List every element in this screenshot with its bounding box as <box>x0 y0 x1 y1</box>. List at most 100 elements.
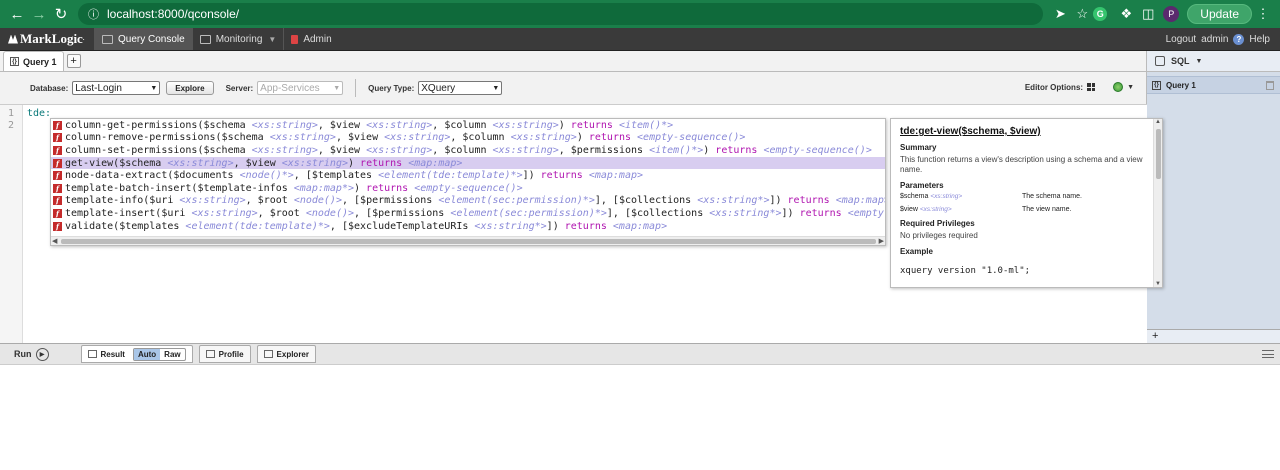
tab-label: Monitoring <box>215 33 263 45</box>
profile-label: Profile <box>218 349 244 359</box>
param-text: , [$templates <box>293 170 379 182</box>
param-text: $schema <box>119 157 168 169</box>
autocomplete-item[interactable]: f template-insert($uri <xs:string>, $root… <box>51 207 885 220</box>
profile-icon <box>205 350 215 358</box>
address-bar[interactable]: ⓘ localhost:8000/qconsole/ <box>78 3 1044 25</box>
param-text: ) <box>354 182 367 194</box>
help-icon[interactable]: ? <box>1233 33 1245 45</box>
scroll-right-icon[interactable]: ▶ <box>879 237 884 245</box>
autocomplete-item[interactable]: f column-remove-permissions($schema <xs:s… <box>51 132 885 145</box>
param-text: ) <box>348 157 361 169</box>
forward-icon[interactable]: → <box>28 3 50 25</box>
autocomplete-list[interactable]: f column-get-permissions( $schema <xs:stri… <box>50 118 886 246</box>
query-tab[interactable]: {} Query 1 <box>3 51 64 71</box>
type-annotation: <xs:string*> <box>709 207 782 219</box>
profile-avatar[interactable]: P <box>1163 6 1180 22</box>
doc-params-heading: Parameters <box>900 181 944 190</box>
logout-link[interactable]: Logout <box>1166 34 1197 45</box>
divider <box>355 79 357 97</box>
returns-keyword: returns <box>360 157 409 169</box>
line-number: 1 <box>7 108 15 119</box>
vertical-scrollbar[interactable]: ▲ ▼ <box>1153 119 1162 287</box>
param-text: , $column <box>432 119 493 131</box>
type-annotation: <empty-sequence()> <box>414 182 523 194</box>
star-icon[interactable]: ☆ <box>1071 6 1093 22</box>
database-select[interactable]: Last-Login ▼ <box>72 81 161 95</box>
doc-privileges: No privileges required <box>900 231 978 240</box>
autocomplete-item[interactable]: f column-set-permissions($schema <xs:stri… <box>51 144 885 157</box>
type-annotation: <node()*> <box>239 170 294 182</box>
function-icon: f <box>53 158 62 168</box>
url-text: localhost:8000/qconsole/ <box>107 7 240 21</box>
autocomplete-item[interactable]: f validate($templates <element(tde:templa… <box>51 220 885 233</box>
doc-privileges-heading: Required Privileges <box>900 219 975 228</box>
horizontal-scrollbar[interactable]: ◀ ▶ <box>51 236 885 245</box>
function-name: column-get-permissions( <box>65 119 204 131</box>
tab-result[interactable]: Result Auto Raw <box>80 345 193 363</box>
type-annotation: <xs:string> <box>281 157 348 169</box>
update-button[interactable]: Update <box>1187 4 1252 24</box>
returns-keyword: returns <box>540 170 589 182</box>
scroll-left-icon[interactable]: ◀ <box>52 237 57 245</box>
help-link[interactable]: Help <box>1249 34 1270 45</box>
extension-g-button[interactable]: G <box>1093 7 1115 21</box>
panel-add-button[interactable]: + <box>1147 329 1280 343</box>
sidepanel-icon[interactable]: ◫ <box>1137 6 1159 22</box>
autocomplete-item[interactable]: f template-batch-insert($template-infos <… <box>51 182 885 195</box>
trash-icon[interactable] <box>1266 80 1274 90</box>
tab-monitoring[interactable]: Monitoring ▼ <box>191 28 284 50</box>
panel-query-item[interactable]: {} Query 1 <box>1147 76 1280 94</box>
type-annotation: <xs:string> <box>492 119 559 131</box>
param-text: , $view <box>335 132 385 144</box>
function-doc-popup: tde:get-view($schema, $view) Summary Thi… <box>890 118 1163 288</box>
add-tab-button[interactable]: + <box>66 54 81 68</box>
send-icon[interactable]: ➤ <box>1049 6 1071 22</box>
username: admin <box>1201 33 1229 45</box>
globe-icon[interactable] <box>1113 82 1124 92</box>
kebab-menu-icon[interactable]: ⋮ <box>1252 6 1274 22</box>
doc-title[interactable]: tde:get-view($schema, $view) <box>900 126 1153 137</box>
param-text: ) <box>576 132 589 144</box>
type-annotation: <xs:string> <box>167 157 234 169</box>
scroll-down-icon[interactable]: ▼ <box>1155 281 1161 287</box>
returns-keyword: returns <box>799 207 848 219</box>
grid-icon[interactable] <box>1087 83 1096 91</box>
chevron-down-icon[interactable]: ▼ <box>268 35 276 44</box>
function-name: column-remove-permissions( <box>65 132 222 144</box>
auto-toggle[interactable]: Auto <box>133 348 161 360</box>
info-icon[interactable]: ⓘ <box>88 6 99 22</box>
scroll-thumb[interactable] <box>1156 129 1161 179</box>
function-signature: node-data-extract($documents <node()*>, … <box>65 170 643 181</box>
autocomplete-item[interactable]: f get-view($schema <xs:string>, $view <xs… <box>51 156 885 170</box>
tab-admin[interactable]: Admin <box>283 28 338 50</box>
back-icon[interactable]: ← <box>6 3 28 25</box>
raw-toggle[interactable]: Raw <box>160 349 184 360</box>
autocomplete-item[interactable]: f template-info($uri <xs:string>, $root <… <box>51 195 885 208</box>
explore-button[interactable]: Explore <box>166 81 214 95</box>
code-line[interactable]: tde: <box>27 108 51 119</box>
explorer-icon <box>263 350 273 358</box>
tab-query-console[interactable]: Query Console <box>94 28 192 50</box>
query-type-select[interactable]: XQuery ▼ <box>418 81 503 95</box>
chevron-down-icon[interactable]: ▼ <box>1127 84 1134 91</box>
panel-header[interactable]: SQL ▼ <box>1147 51 1280 72</box>
run-label: Run <box>14 349 32 359</box>
scroll-thumb[interactable] <box>61 239 876 244</box>
query-doc-icon: {} <box>1152 80 1161 90</box>
param-text: ]) <box>546 220 565 232</box>
autocomplete-item[interactable]: f column-get-permissions($schema <xs:stri… <box>51 119 885 132</box>
doc-summary: This function returns a view's descripti… <box>900 155 1143 174</box>
hamburger-icon[interactable] <box>1262 350 1274 358</box>
tab-profile[interactable]: Profile <box>198 345 251 363</box>
param-text: ]) <box>769 195 788 207</box>
returns-keyword: returns <box>588 132 638 144</box>
puzzle-icon[interactable]: ❖ <box>1115 6 1137 22</box>
run-button[interactable]: Run ▶ <box>14 347 49 361</box>
reload-icon[interactable]: ↻ <box>50 3 72 25</box>
autocomplete-item[interactable]: f node-data-extract($documents <node()*>,… <box>51 169 885 182</box>
type-annotation: <item()*> <box>618 119 674 131</box>
tab-explorer[interactable]: Explorer <box>256 345 316 363</box>
result-icon <box>87 350 97 358</box>
scroll-up-icon[interactable]: ▲ <box>1155 119 1161 125</box>
format-toggle: Auto Raw <box>132 347 186 361</box>
